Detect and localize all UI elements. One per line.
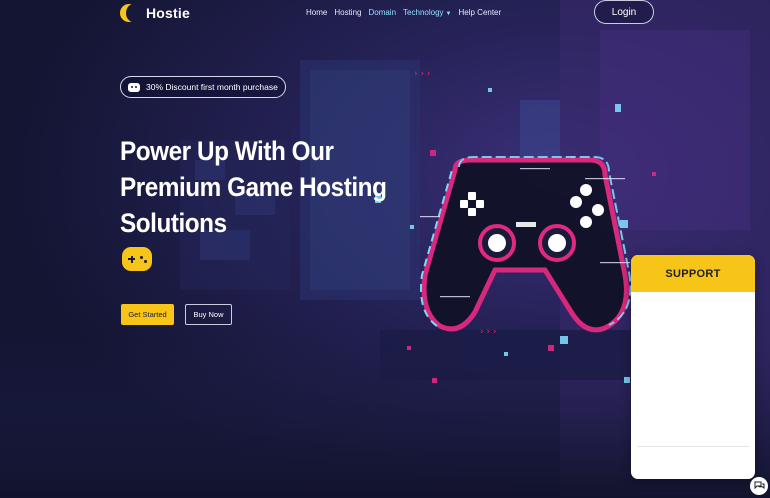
logo-mark-icon (120, 3, 141, 23)
nav-item-hosting[interactable]: Hosting (334, 8, 361, 17)
get-started-button[interactable]: Get Started (121, 304, 174, 325)
discount-badge-text: 30% Discount first month purchase (146, 82, 278, 92)
hero-title: Power Up With Our Premium Game Hosting S… (120, 133, 420, 241)
support-widget: SUPPORT (631, 255, 755, 479)
nav-item-technology[interactable]: Technology ▼ (403, 8, 451, 17)
chevron-down-icon: ▼ (445, 11, 452, 17)
nav-item-home[interactable]: Home (306, 8, 327, 17)
chat-bubble-icon[interactable] (750, 477, 768, 495)
svg-text:› › ›: › › › (414, 69, 431, 79)
gamepad-icon (128, 82, 140, 92)
hero-title-line-3: Solutions (120, 208, 227, 238)
svg-text:› › ›: › › › (480, 327, 497, 337)
nav-item-domain[interactable]: Domain (368, 8, 396, 17)
brand-name: Hostie (146, 5, 190, 21)
support-widget-body (631, 292, 755, 446)
nav-item-technology-label: Technology (403, 8, 444, 17)
support-widget-title: SUPPORT (631, 255, 755, 292)
gamepad-icon (122, 247, 152, 271)
buy-now-button[interactable]: Buy Now (185, 304, 232, 325)
login-button[interactable]: Login (594, 0, 654, 24)
nav-item-help-center[interactable]: Help Center (458, 8, 501, 17)
hero-title-line-1: Power Up With Our (120, 136, 334, 166)
support-widget-divider (637, 446, 749, 447)
main-nav: Home Hosting Domain Technology ▼ Help Cen… (306, 8, 501, 17)
hero-title-line-2: Premium Game Hosting (120, 172, 387, 202)
discount-badge: 30% Discount first month purchase (120, 76, 286, 98)
brand-logo[interactable]: Hostie (120, 3, 190, 23)
